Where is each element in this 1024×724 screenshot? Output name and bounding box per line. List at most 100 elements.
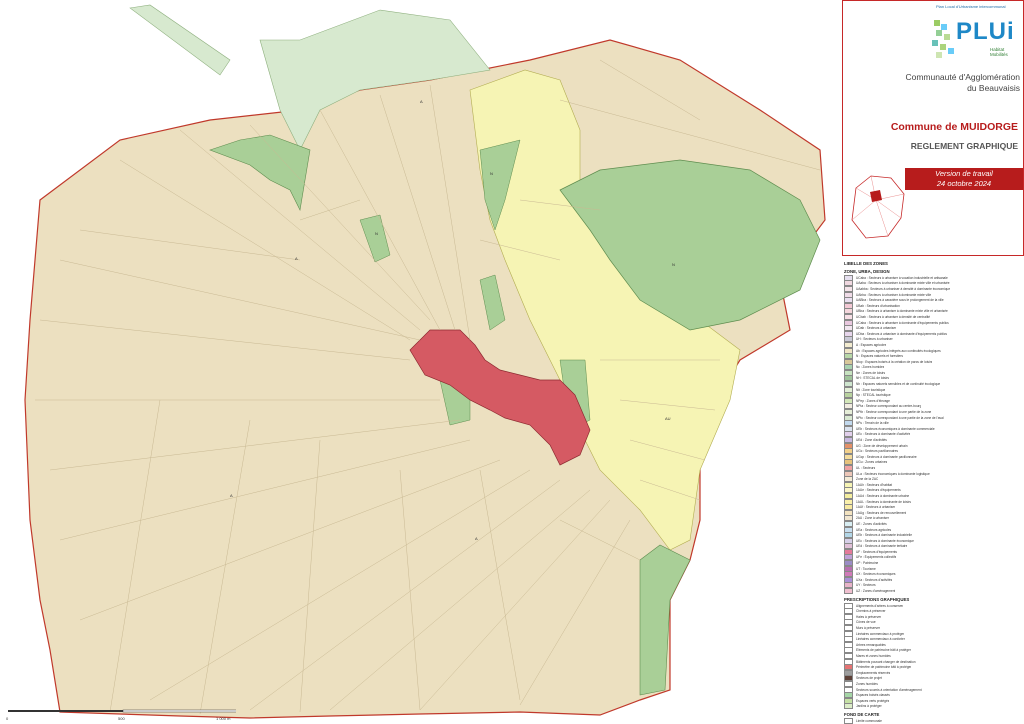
zone-label: A [475,536,478,541]
legend-label: Ne : Zones de loisirs [856,370,886,375]
legend-label: Jardins à protéger [856,704,882,709]
svg-text:0: 0 [6,716,9,721]
legend-label: Espaces verts protégés [856,698,890,703]
legend-label: Nc : Zones humides [856,365,885,370]
legend-label: UEd : Secteurs à dominante tertiaire [856,544,908,549]
legend-label: 1AUe : Secteurs d'équipements [856,488,901,493]
legend-label: Limite communale [856,718,882,723]
legend-label: NPtc : Secteur correspondant à une parti… [856,415,944,420]
map-legend: LIBELLE DES ZONES ZONE, URBA, DESIGN UCa… [844,258,1024,724]
legend-swatch [844,703,853,710]
commune-title: Commune de MUIDORGE [890,121,1018,133]
legend-label: Emplacements réservés [856,670,891,675]
logo-wordmark: PLUi [956,18,1015,45]
legend-label: Np : STECAL touristique [856,393,891,398]
version-line1: Version de travail [935,169,993,178]
logo-title: Plan Local d'Urbanisme intercommunal [936,4,1006,9]
legend-label: UT : Tourisme [856,566,876,571]
location-minimap [851,175,905,239]
zone-label: N [375,231,378,236]
zone-label: A [420,99,423,104]
legend-label: Arbres remarquables [856,642,886,647]
legend-label: UG : Zone de développement urbain [856,443,908,448]
agglo-line1: Communauté d'Agglomération [905,72,1020,82]
legend-label: Secteurs soumis à orientation d'aménagem… [856,687,922,692]
legend-label: UBba : Secteurs à urbaniser à dominante … [856,309,948,314]
legend-label: UFe : Équipements collectifs [856,555,897,560]
legend-label: 1AUf : Secteurs à urbaniser [856,505,896,510]
logo-subtitle: Habitat Mobilités [990,47,1008,57]
legend-label: NPep : Zones d'élevage [856,398,890,403]
legend-label: NPtb : Secteur correspondant à une parti… [856,410,932,415]
legend-label: UEa : Secteurs agricoles [856,527,892,532]
legend-label: A : Espaces agricoles [856,342,887,347]
legend-label: Linéaires commerciaux à protéger [856,631,905,636]
legend-label: Nh : Espaces naturels sensibles et de co… [856,382,941,387]
legend-label: Secteurs de projet [856,676,882,681]
legend-label: Bâtiments pouvant changer de destination [856,659,916,664]
legend-label: UEd : Zone d'activités [856,438,887,443]
legend-label: UABba : Secteurs à caractère sous le pro… [856,298,944,303]
svg-text:500: 500 [118,716,125,721]
legend-label: UAabba : Secteurs à urbaniser à densité … [856,286,951,291]
legend-zone-list: UCaba : Secteurs à urbaniser à vocation … [844,274,1024,595]
legend-label: 2AU : Zone à urbaniser [856,516,889,521]
legend-label: UCaba : Secteurs à urbaniser à vocation … [856,275,948,280]
legend-swatch [844,588,853,595]
legend-label: UP : Patrimoine [856,561,879,566]
legend-label: Murs à préserver [856,626,881,631]
legend-heading-prescriptions: PRESCRIPTIONS GRAPHIQUES [844,596,910,602]
zone-label: AU [665,416,671,421]
legend-label: UAaba : Secteurs à urbaniser à dominante… [856,281,950,286]
legend-label: Zone de la ZAC [856,477,879,482]
legend-label: UXa : Secteurs d'activités [856,577,893,582]
legend-label: Ab : Espaces agricoles intégrés aux cont… [856,348,941,353]
legend-label: Nlop : Espaces boisés à la création de p… [856,359,933,364]
legend-label: Alignements d'arbres à conserver [856,603,904,608]
legend-label: UGcp : Secteurs à dominante pavillonnair… [856,454,917,459]
legend-label: UGu : Zones urbaines [856,460,888,465]
legend-label: UX : Secteurs économiques [856,572,896,577]
legend-label: UBab : Secteurs d'urbanisation [856,303,900,308]
document-title: REGLEMENT GRAPHIQUE [910,141,1018,151]
legend-label: 1AUg : Secteurs de renouvellement [856,510,907,515]
legend-label: UY : Secteurs [856,583,876,588]
legend-label: N : Espaces naturels et forestiers [856,354,903,359]
legend-heading-basemap: FOND DE CARTE [844,712,880,718]
legend-label: Chemins à préserver [856,609,886,614]
legend-label: 1AUd : Secteurs à dominante urbaine [856,493,910,498]
legend-label: Périmètre de patrimoine bâti à protéger [856,665,912,670]
legend-label: 1AUh : Secteurs d'habitat [856,482,893,487]
legend-label: UZ : Zones d'aménagement [856,589,896,594]
legend-label: NH : STECAL de loisirs [856,376,890,381]
legend-label: NPu : Terrain de la ville [856,421,889,426]
zone-label: A [295,256,298,261]
legend-zone-item: UZ : Zones d'aménagement [844,588,1024,595]
legend-label: UEc : Secteurs à dominante économique [856,538,914,543]
legend-prescription-item: Jardins à protéger [844,703,1024,710]
legend-label: UGc : Secteurs pavillonnaires [856,449,898,454]
legend-label: ULa : Secteurs économiques à dominante l… [856,471,930,476]
legend-label: UEc : Secteurs à dominante d'activités [856,432,911,437]
legend-label: Cônes de vue [856,620,876,625]
zoning-map[interactable]: A A N A A AU N N [0,0,840,724]
legend-label: UCbab : Secteurs à urbaniser à densité d… [856,314,931,319]
legend-prescription-list: Alignements d'arbres à conserver Chemins … [844,602,1024,710]
legend-label: UEb : Secteurs économiques à dominante c… [856,426,935,431]
legend-label: Espaces boisés classés [856,693,890,698]
legend-label: UDba : Secteurs à urbaniser à dominante … [856,331,947,336]
svg-text:1 000 m: 1 000 m [216,716,231,721]
legend-label: UEb : Secteurs à dominante industrielle [856,533,912,538]
legend-label: Haies à préserver [856,614,882,619]
version-badge: Version de travail 24 octobre 2024 [905,168,1023,190]
legend-basemap-list: Limite communaleCadastreBâtiments [844,717,1024,724]
legend-label: Nlt : Zone touristique [856,387,886,392]
zone-label: A [230,493,233,498]
zone-label: N [672,262,675,267]
legend-label: 1AUL : Secteurs à dominante de loisirs [856,499,911,504]
legend-label: UCaba : Secteurs à urbaniser à dominante… [856,320,949,325]
legend-label: UH : Secteurs à urbaniser [856,337,893,342]
legend-label: UDab : Secteurs à urbaniser [856,326,897,331]
agglo-line2: du Beauvaisis [967,83,1020,93]
zone-label: N [490,171,493,176]
